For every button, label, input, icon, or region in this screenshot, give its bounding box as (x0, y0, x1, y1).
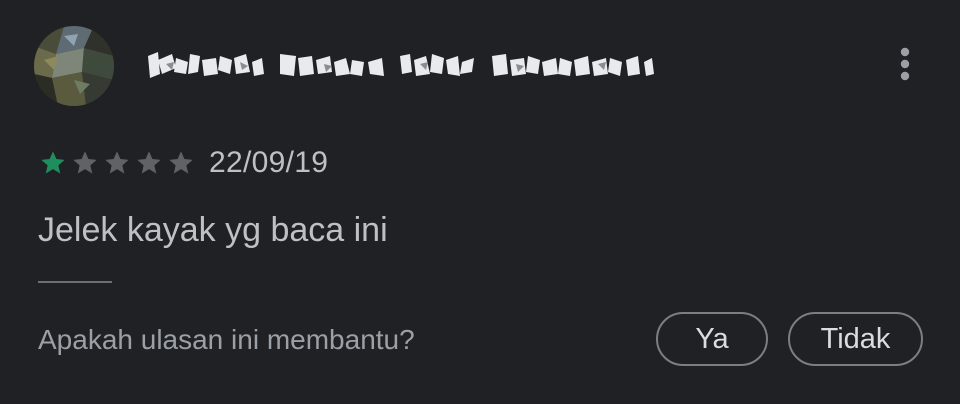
star-icon-empty (137, 151, 161, 174)
helpful-question: Apakah ulasan ini membantu? (38, 324, 415, 355)
author-name (146, 44, 666, 88)
review-date: 22/09/19 (209, 146, 329, 179)
review-card: 22/09/19 Jelek kayak yg baca ini Apakah … (0, 0, 960, 404)
star-icon-empty (105, 151, 129, 174)
star-icon-filled (41, 151, 65, 174)
helpful-yes-button[interactable]: Ya (656, 312, 768, 366)
review-text: Jelek kayak yg baca ini (38, 211, 388, 249)
helpful-no-button[interactable]: Tidak (788, 312, 923, 366)
star-icon-empty (169, 151, 193, 174)
more-vert-icon (900, 47, 910, 81)
star-rating (38, 146, 198, 180)
avatar[interactable] (34, 26, 114, 106)
more-options-button[interactable] (888, 44, 922, 84)
blurred-avatar-image (34, 26, 114, 106)
obscured-author-name (148, 52, 654, 78)
star-icon-empty (73, 151, 97, 174)
divider (38, 281, 112, 283)
